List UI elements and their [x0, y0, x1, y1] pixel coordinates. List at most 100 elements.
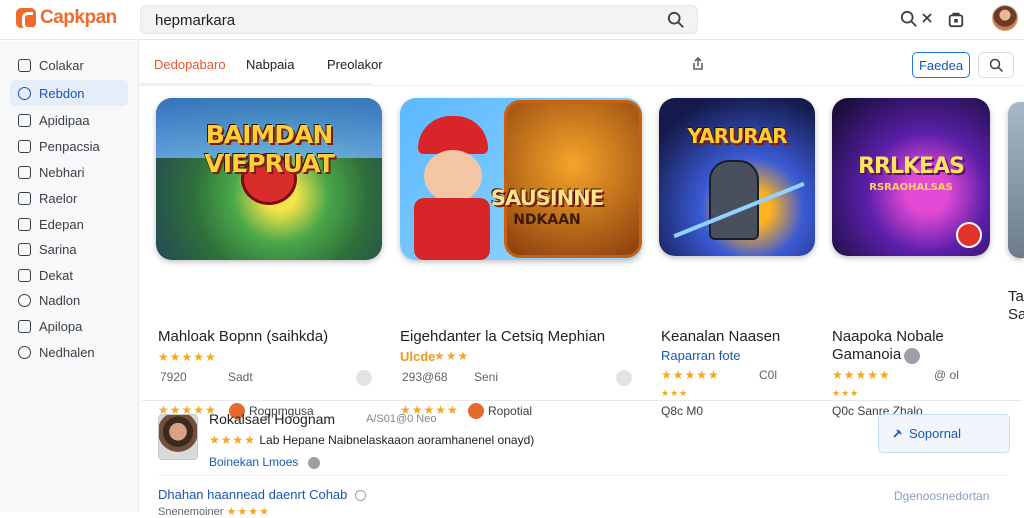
rating-stars: ★★★★ — [209, 433, 257, 447]
review-text: ★★★★ Lab Hepane Naibnelaskaaon aoramhane… — [209, 433, 534, 447]
info-icon[interactable] — [616, 370, 632, 386]
app-thumbnail[interactable]: RRLKEAS RSRAOHALSAS — [832, 98, 990, 256]
logo-icon — [16, 8, 36, 30]
report-button-label: Sopornal — [909, 426, 962, 441]
flag-icon — [18, 268, 31, 282]
download-count: 7920 — [160, 370, 187, 384]
search-input[interactable]: hepmarkara — [155, 12, 235, 29]
app-thumbnail[interactable]: SAUSINNE NDKAAN — [400, 98, 642, 260]
info-icon[interactable] — [307, 456, 320, 469]
sidebar-item-label: Apilopa — [39, 318, 83, 334]
bag-icon[interactable] — [947, 10, 965, 28]
play-badge-icon — [956, 222, 982, 248]
sidebar-item-label: Nadlon — [39, 292, 81, 308]
sidebar-item-label: Nedhalen — [39, 344, 95, 360]
thumbnail-title: SAUSINNE — [490, 186, 604, 210]
rating-stars: ★★★ — [832, 388, 860, 398]
logo-text: Capkpan — [40, 7, 117, 28]
report-button[interactable]: Sopornal — [878, 414, 1010, 453]
developer-name[interactable]: Ulcde — [400, 349, 435, 364]
thumbnail-inner — [504, 100, 642, 258]
thumbnail-subtitle: NDKAAN — [513, 212, 581, 228]
pen-icon — [18, 165, 31, 179]
search-button[interactable] — [978, 52, 1014, 78]
sidebar-item-11[interactable]: Nedhalen — [10, 339, 128, 365]
sidebar-item-label: Edepan — [39, 216, 84, 232]
sidebar-item-1[interactable]: Rebdon — [10, 80, 128, 106]
app-thumbnail[interactable] — [1008, 102, 1024, 258]
review-meta: A/S01@0 Neo — [366, 413, 437, 425]
verified-icon — [904, 348, 920, 364]
clock-icon — [18, 293, 31, 307]
app-name[interactable]: Naapoka Nobale — [832, 328, 944, 345]
developer-name[interactable]: Raparran fote — [661, 348, 741, 363]
layout-icon — [18, 191, 31, 205]
rating-stars: ★★★★★ — [661, 368, 720, 382]
sidebar-item-3[interactable]: Penpacsia — [10, 133, 128, 159]
sidebar-item-label: Rebdon — [39, 85, 85, 101]
developer-name[interactable]: Gamanoia — [832, 346, 901, 363]
character-cap — [418, 116, 488, 154]
app-thumbnail[interactable]: YARURAR — [659, 98, 815, 256]
chat-icon — [18, 86, 31, 100]
app-name[interactable]: Ta — [1008, 288, 1024, 305]
info-icon[interactable] — [356, 370, 372, 386]
sidebar-item-7[interactable]: Sarina — [10, 236, 128, 262]
divider — [158, 475, 1008, 476]
doc-icon — [18, 217, 31, 231]
sidebar-item-4[interactable]: Nebhari — [10, 159, 128, 185]
rating-stars: ★★★★★ — [832, 368, 891, 382]
compass-icon — [18, 345, 31, 359]
gift-icon — [18, 113, 31, 127]
reviewer-name[interactable]: Rokalsael Hoognam — [209, 411, 335, 427]
search-icon[interactable] — [667, 11, 685, 29]
thumbnail-title: RRLKEAS — [858, 154, 965, 179]
section-link-label[interactable]: Dhahan haannead daenrt Cohab — [158, 487, 347, 502]
main-content: Dedopabaro Nabpaia Preolakor Faedea BAIM… — [140, 41, 1024, 518]
app-name[interactable]: Eigehdanter la Cetsiq Mephian — [400, 328, 605, 345]
home-icon — [18, 58, 31, 72]
review-link-label[interactable]: Boinekan Lmoes — [209, 455, 298, 469]
app-thumbnail[interactable]: BAIMDAN VIEPRUAT — [156, 98, 382, 260]
app-logo[interactable]: Capkpan — [16, 7, 117, 30]
sidebar-item-2[interactable]: Apidipaa — [10, 107, 128, 133]
review-panel: Rokalsael Hoognam A/S01@0 Neo ★★★★ Lab H… — [142, 400, 1022, 518]
section-link[interactable]: Dhahan haannead daenrt Cohab — [158, 487, 367, 502]
sidebar-item-label: Sarina — [39, 241, 77, 257]
sidebar-item-9[interactable]: Nadlon — [10, 287, 128, 313]
sidebar-item-6[interactable]: Edepan — [10, 211, 128, 237]
search-icon — [989, 58, 1004, 73]
tab-0[interactable]: Dedopabaro — [154, 57, 226, 72]
sidebar-item-5[interactable]: Raelor — [10, 185, 128, 211]
close-icon[interactable] — [921, 12, 933, 24]
thumbnail-title: YARURAR — [687, 124, 788, 148]
review-body: Lab Hepane Naibnelaskaaon aoramhanenel o… — [259, 433, 535, 447]
size-label: Seni — [474, 370, 499, 384]
card-icon — [18, 139, 31, 153]
rating-stars: ★★★★ — [226, 506, 270, 518]
sidebar-item-8[interactable]: Dekat — [10, 262, 128, 288]
app-name[interactable]: Mahloak Bopnn (saihkda) — [158, 328, 328, 345]
user-avatar[interactable] — [992, 5, 1018, 31]
section-meta: Dgenoosnedortan — [894, 489, 990, 503]
section-sub-label: Snenemoiner — [158, 506, 224, 518]
filter-button[interactable]: Faedea — [912, 52, 970, 78]
list-icon — [18, 242, 31, 256]
app-name[interactable]: Keanalan Naasen — [661, 328, 780, 345]
sidebar-item-10[interactable]: Apilopa — [10, 313, 128, 339]
character-image — [709, 160, 759, 240]
grid-icon — [18, 319, 31, 333]
sidebar-item-0[interactable]: Colakar — [10, 52, 128, 78]
sidebar-item-label: Colakar — [39, 57, 84, 73]
tab-1[interactable]: Nabpaia — [246, 57, 294, 72]
app-name[interactable]: Sa — [1008, 306, 1024, 323]
info-label: C0l — [759, 368, 778, 382]
sidebar-item-label: Penpacsia — [39, 138, 100, 154]
divider — [140, 85, 1024, 86]
tab-2[interactable]: Preolakor — [327, 57, 383, 72]
search-icon[interactable] — [900, 10, 918, 28]
thumbnail-title: BAIMDAN VIEPRUAT — [204, 120, 334, 178]
share-icon[interactable] — [691, 57, 705, 71]
review-link[interactable]: Boinekan Lmoes — [209, 455, 320, 469]
search-bar[interactable]: hepmarkara — [140, 5, 698, 34]
